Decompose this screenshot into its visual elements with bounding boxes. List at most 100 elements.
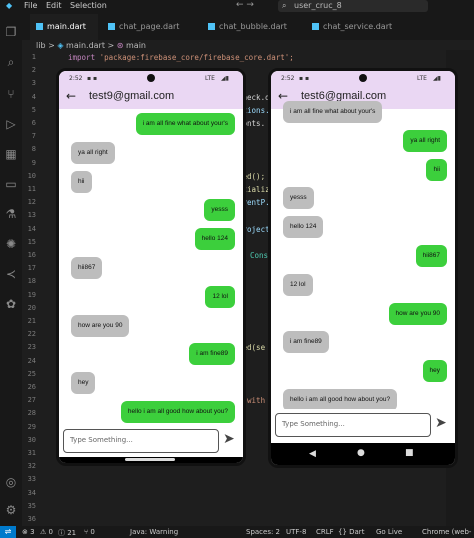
line-number: 32 [27, 462, 36, 471]
line-number: 31 [27, 449, 36, 457]
status-spaces[interactable]: Spaces: 2 [246, 528, 280, 536]
source-control-icon[interactable]: ⑂ [3, 86, 19, 102]
testing-icon[interactable]: ⚗ [3, 206, 19, 222]
remote-icon[interactable]: ⇌ [0, 526, 16, 538]
line-number: 2 [31, 66, 36, 75]
chat-app-bar: ← test9@gmail.com [59, 85, 243, 109]
tab-label: chat_bubble.dart [219, 22, 287, 31]
menu-file[interactable]: File [24, 1, 37, 10]
received-message-bubble: hello i am all good how about you? [283, 389, 398, 411]
breadcrumb-sep: > [48, 41, 55, 50]
code-import-line[interactable]: import 'package:firebase_core/firebase_c… [68, 53, 294, 62]
nav-recents-icon[interactable]: ■ [405, 448, 414, 458]
received-message-bubble: how are you 90 [71, 314, 130, 337]
dart-file-icon: ◈ [57, 41, 64, 50]
run-debug-icon[interactable]: ▷ [3, 116, 19, 132]
breadcrumb: lib > ◈ main.dart > ⊛ main [36, 41, 146, 50]
breadcrumb-lib[interactable]: lib [36, 41, 46, 50]
home-pill[interactable] [125, 458, 175, 461]
nav-home-icon[interactable]: ● [357, 448, 365, 458]
title-bar: ◆ File Edit Selection ← → ⌕ user_cruc_8 [0, 0, 474, 14]
sent-message-bubble: i am fine89 [189, 343, 235, 366]
sent-message-bubble: hello i am all good how about you? [120, 401, 235, 423]
settings-sync-icon[interactable]: ✿ [3, 296, 19, 312]
gpt-icon[interactable]: ✺ [3, 236, 19, 252]
menu-edit[interactable]: Edit [46, 1, 62, 10]
line-number: 19 [27, 290, 36, 299]
line-number: 22 [27, 330, 36, 339]
line-number: 28 [27, 409, 36, 418]
phone-status-bar: 2:52 ▪ ▪ LTE ◢▮ [59, 71, 243, 85]
line-number: 35 [27, 501, 36, 510]
status-warnings[interactable]: ⚠ 0 [40, 528, 53, 536]
breadcrumb-symbol[interactable]: main [126, 41, 146, 50]
gear-icon[interactable]: ⚙ [3, 502, 19, 518]
line-number: 21 [27, 317, 36, 325]
battery-icon: ◢▮ [221, 75, 229, 82]
tab-main-dart[interactable]: main.dart [30, 14, 98, 40]
sent-message-bubble: yesss [204, 199, 235, 222]
send-icon[interactable]: ➤ [223, 431, 235, 447]
dart-file-icon [312, 23, 319, 30]
search-icon[interactable]: ⌕ [3, 54, 19, 70]
line-number: 3 [31, 79, 36, 88]
phone-emulator-left: 2:52 ▪ ▪ LTE ◢▮ ← test9@gmail.com i am a… [56, 68, 246, 466]
message-input[interactable]: Type Something... [63, 429, 219, 453]
line-number: 9 [31, 158, 36, 167]
back-arrow-icon[interactable]: ← [66, 89, 76, 103]
message-list[interactable]: i am all fine what about your's ya all ri… [59, 109, 243, 463]
status-device[interactable]: Chrome (web- [422, 528, 471, 536]
tab-chat-page[interactable]: chat_page.dart [108, 14, 198, 40]
nav-arrows-icon[interactable]: ← → [236, 0, 254, 10]
message-list[interactable]: i am all fine what about your's ya all ri… [271, 101, 455, 411]
tab-chat-bubble[interactable]: chat_bubble.dart [208, 14, 304, 40]
status-java[interactable]: Java: Warning [130, 528, 178, 536]
tab-chat-service[interactable]: chat_service.dart [312, 14, 408, 40]
phone-status-bar: 2:52 ▪ ▪ LTE ◢▮ [271, 71, 455, 85]
line-number: 4 [31, 92, 36, 101]
sent-message-bubble: hello 124 [194, 228, 235, 251]
received-message-bubble: yesss [283, 187, 314, 210]
line-number: 18 [27, 277, 36, 286]
notification-icon: ▪ ▪ [87, 75, 98, 82]
camera-cutout [359, 74, 367, 82]
sent-message-bubble: hey [422, 360, 447, 383]
code-fragment: Cons [250, 251, 269, 260]
status-go-live[interactable]: Go Live [376, 528, 402, 536]
line-number: 8 [31, 145, 36, 154]
status-eol[interactable]: CRLF [316, 528, 334, 536]
command-search[interactable]: ⌕ user_cruc_8 [278, 0, 428, 12]
status-encoding[interactable]: UTF-8 [286, 528, 306, 536]
remote-explorer-icon[interactable]: ▭ [3, 176, 19, 192]
nav-back-icon[interactable]: ◀ [309, 449, 316, 459]
line-number: 5 [31, 105, 36, 114]
account-icon[interactable]: ◎ [3, 474, 19, 490]
sent-message-bubble: hii867 [415, 245, 447, 267]
vscode-logo-icon: ◆ [6, 1, 13, 10]
status-errors[interactable]: ⊗ 3 [22, 528, 35, 536]
flutter-icon[interactable]: ≺ [3, 266, 19, 282]
message-input[interactable]: Type Something... [275, 413, 431, 437]
status-info[interactable]: ⓘ 21 [58, 528, 76, 538]
camera-cutout [147, 74, 155, 82]
line-number: 33 [27, 475, 36, 484]
line-number: 14 [27, 224, 36, 233]
explorer-icon[interactable]: ❐ [3, 24, 19, 40]
tab-label: main.dart [47, 22, 86, 31]
received-message-bubble: hii867 [71, 257, 103, 279]
status-language[interactable]: {} Dart [338, 528, 364, 536]
status-network: LTE [205, 75, 215, 82]
input-row: Type Something... ➤ [271, 409, 455, 441]
tab-label: chat_page.dart [119, 22, 180, 31]
status-ports[interactable]: ⑂ 0 [84, 528, 95, 536]
sent-message-bubble: ya all right [403, 129, 447, 152]
send-icon[interactable]: ➤ [435, 415, 447, 431]
line-number: 1 [31, 53, 36, 61]
line-number: 36 [27, 515, 36, 523]
extensions-icon[interactable]: ▦ [3, 146, 19, 162]
menu-selection[interactable]: Selection [70, 1, 107, 10]
line-number: 23 [27, 343, 36, 352]
breadcrumb-file[interactable]: main.dart [66, 41, 105, 50]
line-number: 20 [27, 303, 36, 312]
received-message-bubble: hii [71, 170, 92, 193]
